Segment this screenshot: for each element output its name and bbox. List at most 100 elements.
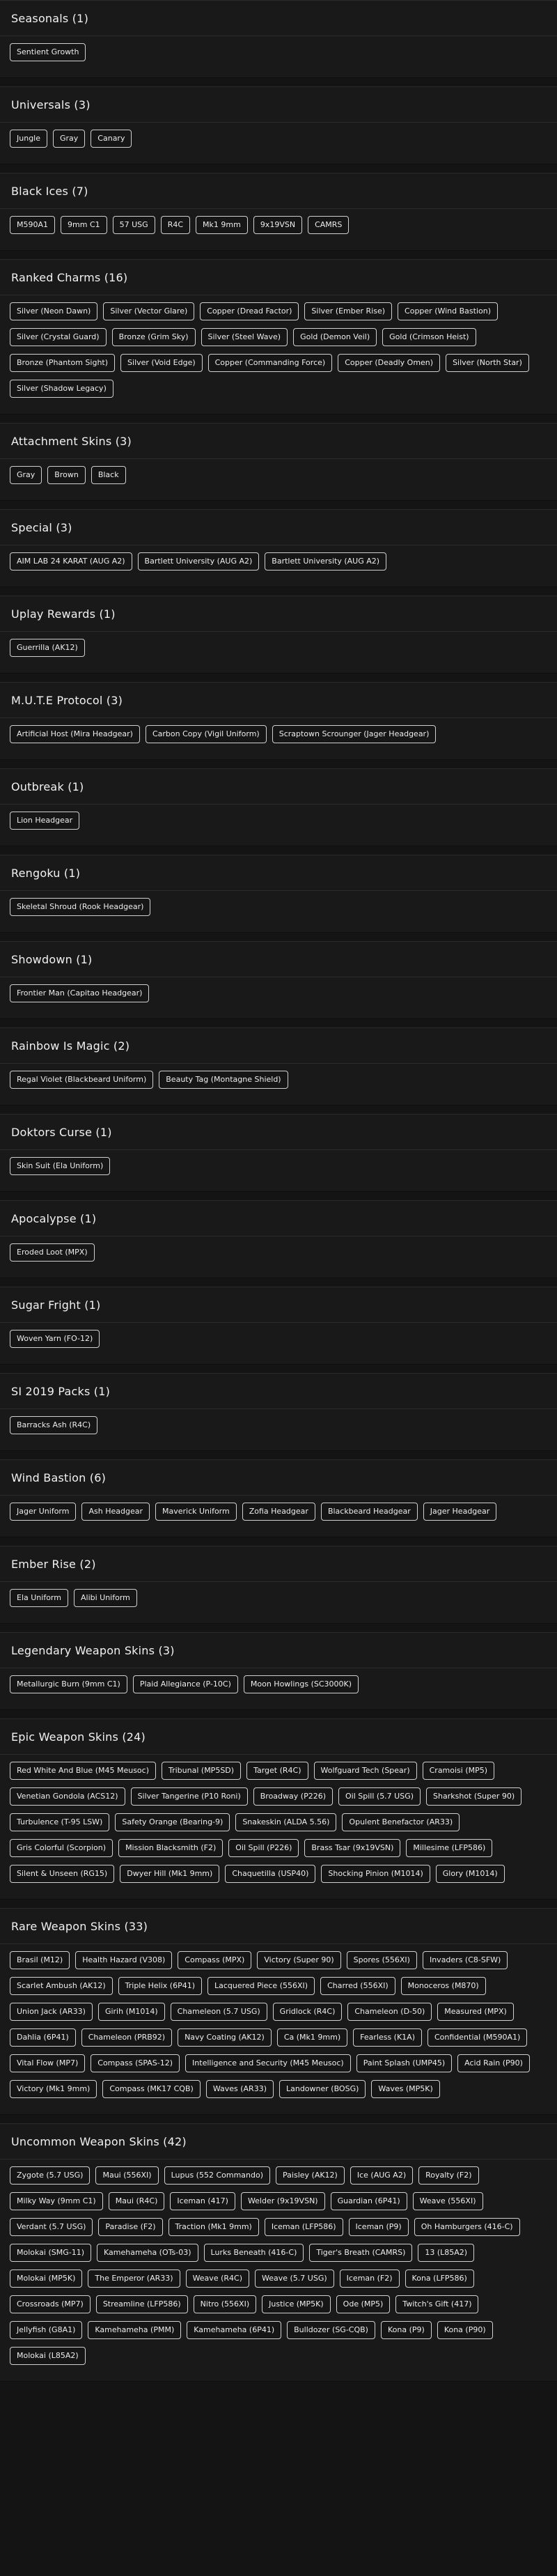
item-tag[interactable]: Copper (Deadly Omen) [338, 354, 441, 372]
item-tag[interactable]: Maui (556XI) [95, 2166, 159, 2185]
item-tag[interactable]: Lacquered Piece (556XI) [207, 1977, 315, 1995]
item-tag[interactable]: Bartlett University (AUG A2) [265, 552, 387, 571]
item-tag[interactable]: Silver (Neon Dawn) [10, 302, 98, 320]
item-tag[interactable]: Silver (Ember Rise) [304, 302, 393, 320]
item-tag[interactable]: 9x19VSN [253, 216, 303, 234]
item-tag[interactable]: Guardian (6P41) [330, 2192, 407, 2210]
item-tag[interactable]: Measured (MPX) [437, 2003, 514, 2021]
item-tag[interactable]: Ash Headgear [81, 1503, 150, 1521]
item-tag[interactable]: 13 (L85A2) [418, 2244, 475, 2262]
item-tag[interactable]: 9mm C1 [61, 216, 107, 234]
item-tag[interactable]: Girih (M1014) [97, 2003, 165, 2021]
item-tag[interactable]: Milky Way (9mm C1) [10, 2192, 103, 2210]
item-tag[interactable]: Maui (R4C) [108, 2192, 165, 2210]
item-tag[interactable]: Compass (SPAS-12) [91, 2054, 180, 2072]
item-tag[interactable]: Verdant (5.7 USG) [10, 2218, 93, 2236]
item-tag[interactable]: Opulent Benefactor (AR33) [342, 1813, 460, 1831]
item-tag[interactable]: Silent & Unseen (RG15) [10, 1865, 115, 1883]
item-tag[interactable]: 57 USG [112, 216, 155, 234]
item-tag[interactable]: Metallurgic Burn (9mm C1) [10, 1675, 127, 1693]
item-tag[interactable]: Invaders (C8-SFW) [422, 1951, 508, 1969]
item-tag[interactable]: Jager Headgear [423, 1503, 497, 1521]
item-tag[interactable]: Jellyfish (G8A1) [10, 2321, 83, 2339]
item-tag[interactable]: Crossroads (MP7) [10, 2295, 91, 2313]
item-tag[interactable]: Alibi Uniform [73, 1589, 137, 1607]
item-tag[interactable]: Silver (Steel Wave) [201, 328, 288, 346]
item-tag[interactable]: Weave (R4C) [185, 2269, 249, 2288]
item-tag[interactable]: Triple Helix (6P41) [118, 1977, 202, 1995]
item-tag[interactable]: Copper (Commanding Force) [207, 354, 333, 372]
item-tag[interactable]: Spores (556XI) [346, 1951, 417, 1969]
item-tag[interactable]: Copper (Dread Factor) [200, 302, 299, 320]
item-tag[interactable]: Plaid Allegiance (P-10C) [132, 1675, 238, 1693]
item-tag[interactable]: Silver (North Star) [446, 354, 529, 372]
item-tag[interactable]: Blackbeard Headgear [320, 1503, 418, 1521]
item-tag[interactable]: Woven Yarn (FO-12) [10, 1330, 100, 1348]
item-tag[interactable]: Chameleon (5.7 USG) [170, 2003, 267, 2021]
item-tag[interactable]: Justice (MP5K) [262, 2295, 331, 2313]
item-tag[interactable]: Silver (Void Edge) [120, 354, 203, 372]
item-tag[interactable]: Iceman (LFP586) [264, 2218, 343, 2236]
item-tag[interactable]: Welder (9x19VSN) [240, 2192, 325, 2210]
item-tag[interactable]: Wolfguard Tech (Spear) [313, 1762, 417, 1780]
item-tag[interactable]: Chaquetilla (USP40) [225, 1865, 316, 1883]
item-tag[interactable]: The Emperor (AR33) [88, 2269, 180, 2288]
item-tag[interactable]: Target (R4C) [246, 1762, 308, 1780]
item-tag[interactable]: Kona (P90) [437, 2321, 493, 2339]
item-tag[interactable]: Waves (AR33) [205, 2080, 274, 2098]
item-tag[interactable]: Acid Rain (P90) [457, 2054, 530, 2072]
item-tag[interactable]: Scraptown Scrounger (Jager Headgear) [272, 725, 437, 743]
item-tag[interactable]: Skin Suit (Ela Uniform) [10, 1157, 111, 1175]
item-tag[interactable]: Silver Tangerine (P10 Roni) [130, 1787, 248, 1806]
item-tag[interactable]: Intelligence and Security (M45 Meusoc) [185, 2054, 351, 2072]
item-tag[interactable]: Artificial Host (Mira Headgear) [10, 725, 140, 743]
item-tag[interactable]: Ca (Mk1 9mm) [276, 2028, 348, 2047]
item-tag[interactable]: Regal Violet (Blackbeard Uniform) [10, 1071, 154, 1089]
item-tag[interactable]: Compass (MK17 CQB) [102, 2080, 201, 2098]
item-tag[interactable]: Eroded Loot (MPX) [10, 1243, 95, 1262]
item-tag[interactable]: Bulldozer (SG-CQB) [287, 2321, 375, 2339]
item-tag[interactable]: Red White And Blue (M45 Meusoc) [10, 1762, 156, 1780]
item-tag[interactable]: Black [91, 466, 126, 484]
item-tag[interactable]: Gray [53, 130, 86, 148]
item-tag[interactable]: Paint Splash (UMP45) [356, 2054, 453, 2072]
item-tag[interactable]: Molokai (MP5K) [10, 2269, 83, 2288]
item-tag[interactable]: Cramoisi (MP5) [422, 1762, 495, 1780]
item-tag[interactable]: Gold (Demon Veil) [293, 328, 377, 346]
item-tag[interactable]: Charred (556XI) [320, 1977, 395, 1995]
item-tag[interactable]: Waves (MP5K) [371, 2080, 440, 2098]
item-tag[interactable]: Confidential (M590A1) [427, 2028, 528, 2047]
item-tag[interactable]: Gridlock (R4C) [272, 2003, 343, 2021]
item-tag[interactable]: Dwyer Hill (Mk1 9mm) [120, 1865, 220, 1883]
item-tag[interactable]: Gris Colorful (Scorpion) [10, 1839, 113, 1857]
item-tag[interactable]: Traction (Mk1 9mm) [168, 2218, 259, 2236]
item-tag[interactable]: CAMRS [308, 216, 350, 234]
item-tag[interactable]: Fearless (K1A) [353, 2028, 422, 2047]
item-tag[interactable]: Maverick Uniform [155, 1503, 237, 1521]
item-tag[interactable]: Royalty (F2) [418, 2166, 479, 2185]
item-tag[interactable]: Venetian Gondola (ACS12) [10, 1787, 125, 1806]
item-tag[interactable]: Zygote (5.7 USG) [10, 2166, 91, 2185]
item-tag[interactable]: Lupus (552 Commando) [164, 2166, 271, 2185]
item-tag[interactable]: Paisley (AK12) [276, 2166, 345, 2185]
item-tag[interactable]: Weave (556XI) [412, 2192, 483, 2210]
item-tag[interactable]: Brasil (M12) [10, 1951, 70, 1969]
item-tag[interactable]: Dahlia (6P41) [10, 2028, 76, 2047]
item-tag[interactable]: Carbon Copy (Vigil Uniform) [145, 725, 267, 743]
item-tag[interactable]: Ode (MP5) [336, 2295, 391, 2313]
item-tag[interactable]: Landowner (BOSG) [278, 2080, 366, 2098]
item-tag[interactable]: Silver (Crystal Guard) [10, 328, 107, 346]
item-tag[interactable]: Iceman (P9) [348, 2218, 409, 2236]
item-tag[interactable]: Sentient Growth [10, 43, 86, 61]
item-tag[interactable]: Barracks Ash (R4C) [10, 1416, 98, 1434]
item-tag[interactable]: Bronze (Phantom Sight) [10, 354, 116, 372]
item-tag[interactable]: Broadway (P226) [253, 1787, 333, 1806]
item-tag[interactable]: Mk1 9mm [196, 216, 248, 234]
item-tag[interactable]: Victory (Mk1 9mm) [10, 2080, 97, 2098]
item-tag[interactable]: Chameleon (PRB92) [81, 2028, 173, 2047]
item-tag[interactable]: Molokai (SMG-11) [10, 2244, 92, 2262]
item-tag[interactable]: Streamline (LFP586) [95, 2295, 188, 2313]
item-tag[interactable]: Bronze (Grim Sky) [111, 328, 196, 346]
item-tag[interactable]: Silver (Vector Glare) [103, 302, 195, 320]
item-tag[interactable]: Kamehameha (OTs-03) [97, 2244, 198, 2262]
